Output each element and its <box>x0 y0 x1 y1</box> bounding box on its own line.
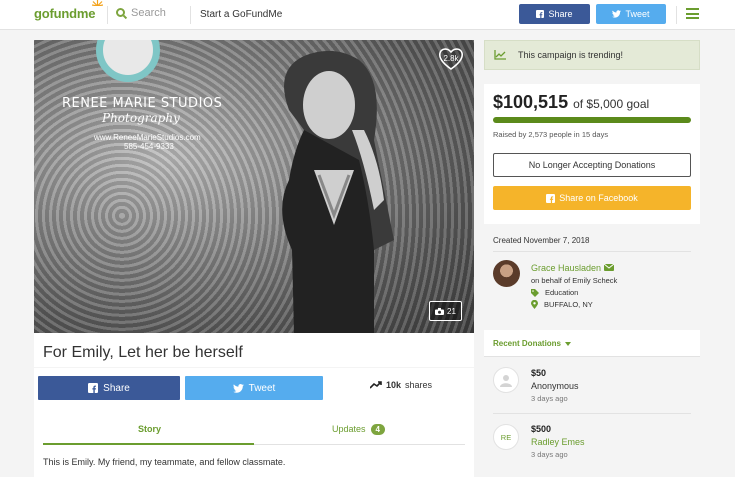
top-header: gofundme Search Start a GoFundMe Share T… <box>0 0 735 30</box>
heart-count: 2.8k <box>443 54 459 63</box>
search-icon <box>116 8 125 17</box>
donor-avatar: RE <box>493 424 519 450</box>
tab-updates[interactable]: Updates 4 <box>332 424 385 435</box>
organizer-behalf: on behalf of Emily Scheck <box>531 276 618 285</box>
progress-fill <box>493 117 691 123</box>
search-box[interactable]: Search <box>116 7 166 19</box>
facebook-icon <box>88 383 99 393</box>
gallery-count: 21 <box>447 306 456 316</box>
donor-initials: RE <box>500 432 512 442</box>
organizer-name-text: Grace Hausladen <box>531 263 602 273</box>
donation-amount: $500 <box>531 424 552 434</box>
tab-active-indicator <box>43 443 254 445</box>
share-label: Share <box>103 382 130 394</box>
funding-progress-bar <box>493 117 691 123</box>
recent-donations-toggle[interactable]: Recent Donations <box>493 339 572 348</box>
facebook-icon <box>546 193 556 203</box>
category-text[interactable]: Education <box>545 288 578 297</box>
created-date: Created November 7, 2018 <box>493 236 590 245</box>
studio-name: RENEE MARIE STUDIOS <box>62 96 223 111</box>
story-text: This is Emily. My friend, my teammate, a… <box>43 457 286 467</box>
category-row: Education <box>531 288 578 297</box>
donation-time: 3 days ago <box>531 450 568 459</box>
facebook-icon <box>536 10 545 18</box>
gofundme-logo[interactable]: gofundme <box>34 0 103 21</box>
envelope-icon[interactable] <box>603 263 614 271</box>
shares-label: shares <box>405 380 433 390</box>
donor-name: Anonymous <box>531 381 579 391</box>
donor-name[interactable]: Radley Emes <box>531 437 585 447</box>
start-gofundme-link[interactable]: Start a GoFundMe <box>200 9 282 20</box>
location-row: BUFFALO, NY <box>531 300 593 309</box>
hamburger-menu-icon[interactable] <box>686 8 699 19</box>
studio-website: www.ReneeMarieStudios.com <box>94 133 201 142</box>
tweet-button[interactable]: Tweet <box>185 376 323 400</box>
twitter-icon <box>612 10 622 18</box>
updates-count-badge: 4 <box>370 424 385 435</box>
trending-banner: This campaign is trending! <box>484 40 700 70</box>
tab-updates-label: Updates <box>332 424 366 434</box>
logo-text-fundme: fundme <box>49 6 96 21</box>
header-divider <box>676 6 677 24</box>
tag-icon <box>531 288 539 297</box>
facebook-share-button[interactable]: Share <box>38 376 180 400</box>
trending-chart-icon <box>494 50 506 60</box>
raised-by-text: Raised by 2,573 people in 15 days <box>493 130 609 139</box>
donation-time: 3 days ago <box>531 394 568 403</box>
no-longer-accepting-button[interactable]: No Longer Accepting Donations <box>493 153 691 177</box>
header-tweet-label: Tweet <box>625 9 650 19</box>
studio-watermark: RENEE MARIE STUDIOS Photography www.Rene… <box>62 96 252 151</box>
campaign-photo[interactable]: RENEE MARIE STUDIOS Photography www.Rene… <box>34 40 474 333</box>
camera-icon <box>435 307 445 315</box>
shares-count: 10k <box>386 380 402 390</box>
caret-down-icon <box>565 341 572 346</box>
logo-text-go: go <box>34 6 50 21</box>
header-divider <box>107 6 108 24</box>
goal-text: of $5,000 goal <box>573 97 650 111</box>
raised-value: $100,515 <box>493 92 569 112</box>
photo-gallery-button[interactable]: 21 <box>429 301 462 321</box>
portrait-figure <box>282 50 394 333</box>
shares-counter: 10k shares <box>370 380 432 390</box>
organizer-avatar[interactable] <box>493 260 520 287</box>
header-tweet-button[interactable]: Tweet <box>596 4 666 24</box>
logo-sun-icon <box>92 0 103 6</box>
campaign-title: For Emily, Let her be herself <box>43 344 243 361</box>
trending-arrow-icon <box>370 381 382 389</box>
tab-story[interactable]: Story <box>138 424 161 434</box>
twitter-icon <box>232 383 244 393</box>
header-divider <box>190 6 191 24</box>
user-silhouette-icon <box>500 375 512 387</box>
raised-amount: $100,515 of $5,000 goal <box>493 92 649 113</box>
organizer-divider <box>493 251 691 252</box>
organizer-name[interactable]: Grace Hausladen <box>531 263 614 273</box>
search-placeholder: Search <box>131 7 166 19</box>
header-share-label: Share <box>548 9 573 19</box>
location-text: BUFFALO, NY <box>544 300 593 309</box>
tweet-label: Tweet <box>248 382 276 394</box>
donation-divider <box>493 413 691 414</box>
share-on-facebook-button[interactable]: Share on Facebook <box>493 186 691 210</box>
location-pin-icon <box>531 300 538 309</box>
donation-amount: $50 <box>531 368 547 378</box>
studio-subtitle: Photography <box>102 111 180 125</box>
studio-phone: 585-454-9333 <box>124 142 174 151</box>
header-facebook-share-button[interactable]: Share <box>519 4 590 24</box>
trending-text: This campaign is trending! <box>518 50 624 60</box>
recent-donations-label: Recent Donations <box>493 339 562 348</box>
share-on-facebook-label: Share on Facebook <box>559 193 638 203</box>
donor-avatar <box>493 367 519 393</box>
